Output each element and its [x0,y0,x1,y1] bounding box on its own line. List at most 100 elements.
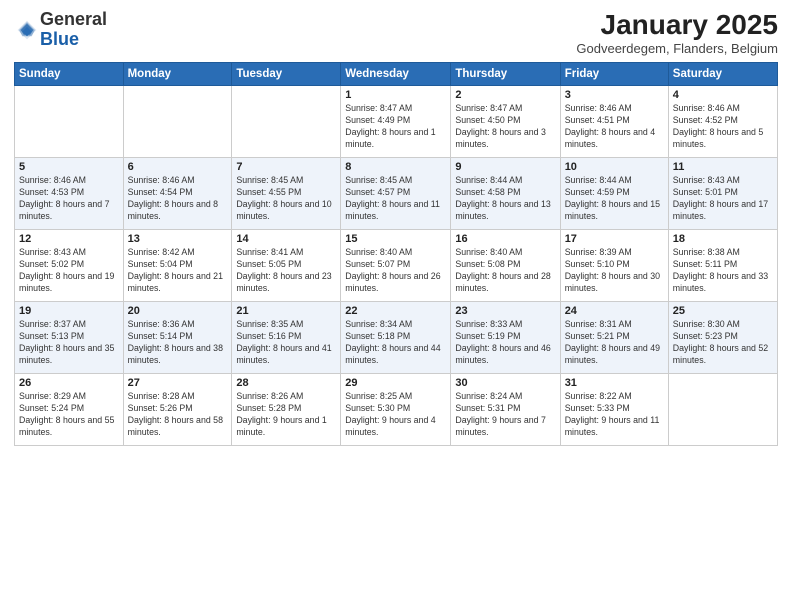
calendar-cell: 23Sunrise: 8:33 AM Sunset: 5:19 PM Dayli… [451,301,560,373]
day-number: 10 [565,161,664,173]
calendar-cell: 6Sunrise: 8:46 AM Sunset: 4:54 PM Daylig… [123,157,232,229]
day-info: Sunrise: 8:45 AM Sunset: 4:57 PM Dayligh… [345,174,446,223]
month-title: January 2025 [576,10,778,41]
calendar-cell: 24Sunrise: 8:31 AM Sunset: 5:21 PM Dayli… [560,301,668,373]
day-number: 11 [673,161,773,173]
weekday-header-row: SundayMondayTuesdayWednesdayThursdayFrid… [15,62,778,85]
day-number: 24 [565,305,664,317]
calendar-cell [668,373,777,445]
day-info: Sunrise: 8:42 AM Sunset: 5:04 PM Dayligh… [128,246,228,295]
calendar-cell [232,85,341,157]
location-title: Godveerdegem, Flanders, Belgium [576,41,778,56]
week-row-5: 26Sunrise: 8:29 AM Sunset: 5:24 PM Dayli… [15,373,778,445]
day-number: 29 [345,377,446,389]
logo-blue: Blue [40,29,79,49]
day-info: Sunrise: 8:44 AM Sunset: 4:58 PM Dayligh… [455,174,555,223]
day-info: Sunrise: 8:40 AM Sunset: 5:08 PM Dayligh… [455,246,555,295]
day-info: Sunrise: 8:43 AM Sunset: 5:02 PM Dayligh… [19,246,119,295]
calendar: SundayMondayTuesdayWednesdayThursdayFrid… [14,62,778,446]
day-info: Sunrise: 8:35 AM Sunset: 5:16 PM Dayligh… [236,318,336,367]
day-info: Sunrise: 8:37 AM Sunset: 5:13 PM Dayligh… [19,318,119,367]
calendar-cell: 1Sunrise: 8:47 AM Sunset: 4:49 PM Daylig… [341,85,451,157]
weekday-header-wednesday: Wednesday [341,62,451,85]
day-number: 6 [128,161,228,173]
day-number: 25 [673,305,773,317]
calendar-cell: 16Sunrise: 8:40 AM Sunset: 5:08 PM Dayli… [451,229,560,301]
weekday-header-tuesday: Tuesday [232,62,341,85]
calendar-cell: 2Sunrise: 8:47 AM Sunset: 4:50 PM Daylig… [451,85,560,157]
day-info: Sunrise: 8:30 AM Sunset: 5:23 PM Dayligh… [673,318,773,367]
day-info: Sunrise: 8:46 AM Sunset: 4:53 PM Dayligh… [19,174,119,223]
day-info: Sunrise: 8:34 AM Sunset: 5:18 PM Dayligh… [345,318,446,367]
day-info: Sunrise: 8:29 AM Sunset: 5:24 PM Dayligh… [19,390,119,439]
calendar-cell: 28Sunrise: 8:26 AM Sunset: 5:28 PM Dayli… [232,373,341,445]
calendar-cell [15,85,124,157]
title-area: January 2025 Godveerdegem, Flanders, Bel… [576,10,778,56]
day-info: Sunrise: 8:46 AM Sunset: 4:52 PM Dayligh… [673,102,773,151]
calendar-cell: 31Sunrise: 8:22 AM Sunset: 5:33 PM Dayli… [560,373,668,445]
weekday-header-saturday: Saturday [668,62,777,85]
week-row-3: 12Sunrise: 8:43 AM Sunset: 5:02 PM Dayli… [15,229,778,301]
calendar-cell: 27Sunrise: 8:28 AM Sunset: 5:26 PM Dayli… [123,373,232,445]
day-number: 21 [236,305,336,317]
week-row-2: 5Sunrise: 8:46 AM Sunset: 4:53 PM Daylig… [15,157,778,229]
day-number: 28 [236,377,336,389]
calendar-cell: 10Sunrise: 8:44 AM Sunset: 4:59 PM Dayli… [560,157,668,229]
day-number: 30 [455,377,555,389]
day-number: 15 [345,233,446,245]
calendar-cell: 20Sunrise: 8:36 AM Sunset: 5:14 PM Dayli… [123,301,232,373]
day-number: 19 [19,305,119,317]
day-number: 12 [19,233,119,245]
day-info: Sunrise: 8:25 AM Sunset: 5:30 PM Dayligh… [345,390,446,439]
logo-general: General [40,9,107,29]
day-info: Sunrise: 8:40 AM Sunset: 5:07 PM Dayligh… [345,246,446,295]
day-info: Sunrise: 8:45 AM Sunset: 4:55 PM Dayligh… [236,174,336,223]
calendar-cell: 11Sunrise: 8:43 AM Sunset: 5:01 PM Dayli… [668,157,777,229]
page: General Blue January 2025 Godveerdegem, … [0,0,792,612]
calendar-cell: 4Sunrise: 8:46 AM Sunset: 4:52 PM Daylig… [668,85,777,157]
header: General Blue January 2025 Godveerdegem, … [14,10,778,56]
day-number: 14 [236,233,336,245]
calendar-cell: 15Sunrise: 8:40 AM Sunset: 5:07 PM Dayli… [341,229,451,301]
day-number: 27 [128,377,228,389]
day-number: 23 [455,305,555,317]
day-info: Sunrise: 8:39 AM Sunset: 5:10 PM Dayligh… [565,246,664,295]
weekday-header-monday: Monday [123,62,232,85]
day-info: Sunrise: 8:44 AM Sunset: 4:59 PM Dayligh… [565,174,664,223]
calendar-cell: 8Sunrise: 8:45 AM Sunset: 4:57 PM Daylig… [341,157,451,229]
calendar-cell: 22Sunrise: 8:34 AM Sunset: 5:18 PM Dayli… [341,301,451,373]
calendar-cell: 7Sunrise: 8:45 AM Sunset: 4:55 PM Daylig… [232,157,341,229]
day-number: 20 [128,305,228,317]
logo-area: General Blue [14,10,107,50]
day-info: Sunrise: 8:22 AM Sunset: 5:33 PM Dayligh… [565,390,664,439]
calendar-cell: 25Sunrise: 8:30 AM Sunset: 5:23 PM Dayli… [668,301,777,373]
calendar-cell [123,85,232,157]
day-info: Sunrise: 8:36 AM Sunset: 5:14 PM Dayligh… [128,318,228,367]
calendar-cell: 21Sunrise: 8:35 AM Sunset: 5:16 PM Dayli… [232,301,341,373]
day-info: Sunrise: 8:33 AM Sunset: 5:19 PM Dayligh… [455,318,555,367]
day-number: 5 [19,161,119,173]
weekday-header-thursday: Thursday [451,62,560,85]
day-number: 26 [19,377,119,389]
calendar-cell: 9Sunrise: 8:44 AM Sunset: 4:58 PM Daylig… [451,157,560,229]
day-number: 31 [565,377,664,389]
calendar-cell: 18Sunrise: 8:38 AM Sunset: 5:11 PM Dayli… [668,229,777,301]
week-row-1: 1Sunrise: 8:47 AM Sunset: 4:49 PM Daylig… [15,85,778,157]
day-number: 18 [673,233,773,245]
day-info: Sunrise: 8:24 AM Sunset: 5:31 PM Dayligh… [455,390,555,439]
weekday-header-friday: Friday [560,62,668,85]
day-info: Sunrise: 8:38 AM Sunset: 5:11 PM Dayligh… [673,246,773,295]
logo-text: General Blue [40,10,107,50]
calendar-cell: 26Sunrise: 8:29 AM Sunset: 5:24 PM Dayli… [15,373,124,445]
calendar-cell: 19Sunrise: 8:37 AM Sunset: 5:13 PM Dayli… [15,301,124,373]
day-info: Sunrise: 8:43 AM Sunset: 5:01 PM Dayligh… [673,174,773,223]
day-number: 16 [455,233,555,245]
day-info: Sunrise: 8:41 AM Sunset: 5:05 PM Dayligh… [236,246,336,295]
week-row-4: 19Sunrise: 8:37 AM Sunset: 5:13 PM Dayli… [15,301,778,373]
day-number: 1 [345,89,446,101]
day-number: 17 [565,233,664,245]
weekday-header-sunday: Sunday [15,62,124,85]
day-number: 22 [345,305,446,317]
calendar-cell: 14Sunrise: 8:41 AM Sunset: 5:05 PM Dayli… [232,229,341,301]
day-number: 9 [455,161,555,173]
